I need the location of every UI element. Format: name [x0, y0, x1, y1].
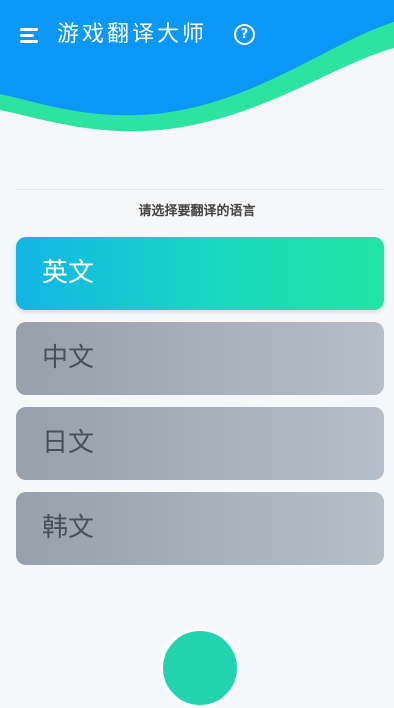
divider [16, 189, 384, 190]
language-label: 英文 [42, 258, 95, 288]
language-option-korean[interactable]: 韩文 [16, 492, 384, 565]
language-label: 韩文 [42, 513, 95, 543]
language-prompt: 请选择要翻译的语言 [138, 204, 256, 219]
menu-line [20, 40, 38, 43]
help-icon[interactable]: ? [234, 24, 255, 45]
app-title: 游戏翻译大师 [57, 22, 208, 47]
language-option-chinese[interactable]: 中文 [16, 322, 384, 395]
menu-icon[interactable] [20, 27, 42, 45]
menu-line [20, 34, 34, 37]
floating-action-button[interactable] [160, 628, 240, 708]
menu-line [20, 28, 38, 31]
language-label: 中文 [42, 343, 95, 373]
language-option-english[interactable]: 英文 [16, 237, 384, 310]
language-label: 日文 [42, 428, 95, 458]
language-option-japanese[interactable]: 日文 [16, 407, 384, 480]
